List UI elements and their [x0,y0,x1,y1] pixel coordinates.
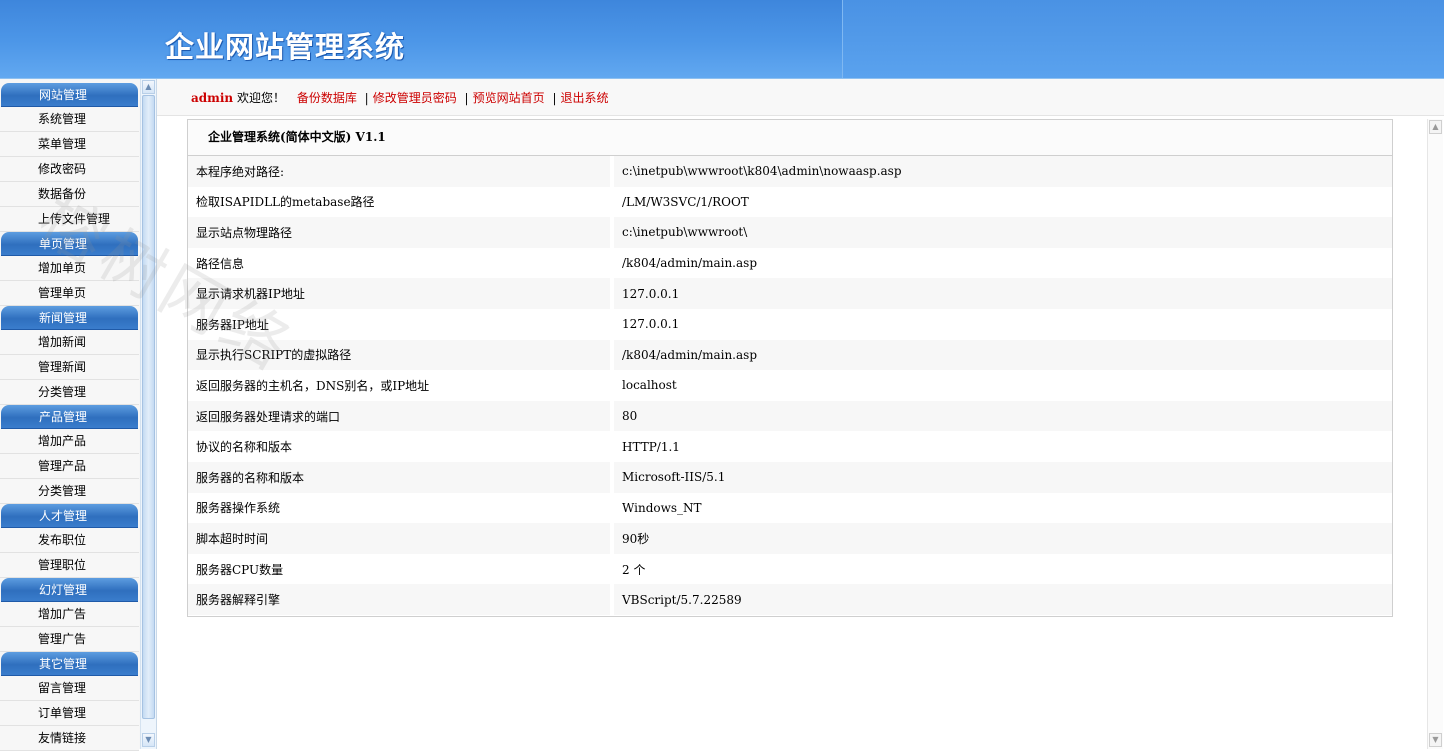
sidebar-menu-item[interactable]: 管理广告 [0,627,139,652]
menu-group-header[interactable]: 网站管理 [1,83,138,107]
table-row: 协议的名称和版本 HTTP/1.1 [188,431,1392,462]
sidebar-menu-item[interactable]: 发布职位 [0,528,139,553]
scroll-up-arrow-icon[interactable]: ▲ [142,80,155,94]
info-label: 检取ISAPIDLL的metabase路径 [188,186,614,218]
table-row: 服务器CPU数量 2 个 [188,553,1392,585]
info-value: 80 [612,400,1392,432]
sidebar-menu-item[interactable]: 留言管理 [0,676,139,701]
change-admin-password-link[interactable]: 修改管理员密码 [373,91,457,105]
info-value: 90秒 [612,523,1392,554]
sidebar-menu-item[interactable]: 增加产品 [0,429,139,454]
info-label: 返回服务器处理请求的端口 [188,400,614,432]
server-info-panel: 企业管理系统(简体中文版) V1.1 本程序绝对路径: c:\inetpub\ww… [187,119,1393,617]
server-info-table: 本程序绝对路径: c:\inetpub\wwwroot\k804\admin\no… [188,156,1392,615]
info-label: 协议的名称和版本 [188,431,614,462]
sidebar-menu: 网站管理 系统管理 菜单管理 修改密码 数据备份 上传文件管理 单页管理 增加单页 管理单页 新闻… [0,83,139,751]
menu-group-header[interactable]: 单页管理 [1,232,138,256]
sidebar-menu-item[interactable]: 分类管理 [0,380,139,405]
sidebar-menu-item[interactable]: 管理单页 [0,281,139,306]
scroll-up-arrow-icon[interactable]: ▲ [1429,120,1442,134]
info-value: Windows_NT [612,492,1392,524]
link-separator: | [552,91,557,105]
menu-group-header[interactable]: 新闻管理 [1,306,138,330]
sidebar-menu-item[interactable]: 友情链接 [0,726,139,751]
info-value: VBScript/5.7.22589 [612,584,1392,615]
welcome-text: 欢迎您！ [233,91,285,105]
info-label: 脚本超时时间 [188,523,614,554]
sidebar-menu-item[interactable]: 订单管理 [0,701,139,726]
table-row: 显示站点物理路径 c:\inetpub\wwwroot\ [188,217,1392,248]
table-row: 本程序绝对路径: c:\inetpub\wwwroot\k804\admin\no… [188,156,1392,187]
table-row: 显示执行SCRIPT的虚拟路径/k804/admin/main.asp [188,339,1392,371]
info-value: localhost [612,370,1392,401]
username: admin [191,91,234,105]
table-row: 服务器的名称和版本 Microsoft-IIS/5.1 [188,461,1392,493]
info-value: 2 个 [612,553,1392,585]
preview-homepage-link[interactable]: 预览网站首页 [473,91,545,105]
info-value: 127.0.0.1 [612,308,1392,340]
table-row: 返回服务器处理请求的端口 80 [188,400,1392,432]
scroll-down-arrow-icon[interactable]: ▼ [1429,733,1442,747]
sidebar-menu-item[interactable]: 增加新闻 [0,330,139,355]
info-label: 本程序绝对路径: [188,156,614,187]
logout-link[interactable]: 退出系统 [560,91,608,105]
info-value: HTTP/1.1 [612,431,1392,462]
info-label: 服务器CPU数量 [188,553,614,585]
info-label: 服务器的名称和版本 [188,461,614,493]
table-row: 检取ISAPIDLL的metabase路径/LM/W3SVC/1/ROOT [188,186,1392,218]
sidebar-menu-item[interactable]: 分类管理 [0,479,139,504]
scrollbar-thumb[interactable] [142,95,155,719]
backup-database-link[interactable]: 备份数据库 [297,91,357,105]
sidebar-menu-item[interactable]: 系统管理 [0,107,139,132]
info-label: 服务器操作系统 [188,492,614,524]
table-row: 显示请求机器IP地址 127.0.0.1 [188,278,1392,309]
sidebar-menu-item[interactable]: 上传文件管理 [0,207,139,232]
main-scrollbar[interactable]: ▲ ▼ [1427,119,1443,749]
info-value: /LM/W3SVC/1/ROOT [612,186,1392,218]
info-label: 服务器IP地址 [188,308,614,340]
info-label: 返回服务器的主机名，DNS别名，或IP地址 [188,370,614,401]
menu-group-header[interactable]: 其它管理 [1,652,138,676]
info-label: 路径信息 [188,247,614,279]
link-separator: | [464,91,469,105]
sidebar-menu-item[interactable]: 菜单管理 [0,132,139,157]
menu-group-header[interactable]: 幻灯管理 [1,578,138,602]
table-row: 服务器解释引擎 VBScript/5.7.22589 [188,584,1392,615]
header-right-panel [842,0,1444,78]
info-value: 127.0.0.1 [612,278,1392,309]
sidebar-menu-item[interactable]: 增加广告 [0,602,139,627]
sidebar-menu-item[interactable]: 管理职位 [0,553,139,578]
menu-group-header[interactable]: 产品管理 [1,405,138,429]
link-separator: | [364,91,369,105]
sidebar-menu-item[interactable]: 管理产品 [0,454,139,479]
sidebar-menu-item[interactable]: 修改密码 [0,157,139,182]
info-label: 显示执行SCRIPT的虚拟路径 [188,339,614,371]
info-value: Microsoft-IIS/5.1 [612,461,1392,493]
menu-group-header[interactable]: 人才管理 [1,504,138,528]
info-label: 显示站点物理路径 [188,217,614,248]
info-label: 显示请求机器IP地址 [188,278,614,309]
info-value: c:\inetpub\wwwroot\ [612,217,1392,248]
sidebar-scrollbar[interactable]: ▲ ▼ [140,79,156,749]
info-value: c:\inetpub\wwwroot\k804\admin\nowaasp.as… [612,156,1392,187]
sidebar-menu-item[interactable]: 管理新闻 [0,355,139,380]
welcome-bar: admin 欢迎您！ 备份数据库 | 修改管理员密码 | 预览网站首页 | 退出系统 [157,79,1444,116]
info-label: 服务器解释引擎 [188,584,614,615]
table-row: 脚本超时时间 90秒 [188,523,1392,554]
scroll-down-arrow-icon[interactable]: ▼ [142,733,155,747]
table-row: 服务器IP地址 127.0.0.1 [188,308,1392,340]
sidebar-menu-item[interactable]: 增加单页 [0,256,139,281]
table-row: 返回服务器的主机名，DNS别名，或IP地址 localhost [188,370,1392,401]
table-row: 路径信息/k804/admin/main.asp [188,247,1392,279]
info-value: /k804/admin/main.asp [612,339,1392,371]
info-value: /k804/admin/main.asp [612,247,1392,279]
site-title: 企业网站管理系统 [165,30,406,64]
sidebar: 网站管理 系统管理 菜单管理 修改密码 数据备份 上传文件管理 单页管理 增加单页 管理单页 新闻… [0,79,157,751]
header-banner: 企业网站管理系统 [0,0,1444,79]
panel-title: 企业管理系统(简体中文版) V1.1 [188,120,1392,156]
table-row: 服务器操作系统 Windows_NT [188,492,1392,524]
sidebar-menu-item[interactable]: 数据备份 [0,182,139,207]
